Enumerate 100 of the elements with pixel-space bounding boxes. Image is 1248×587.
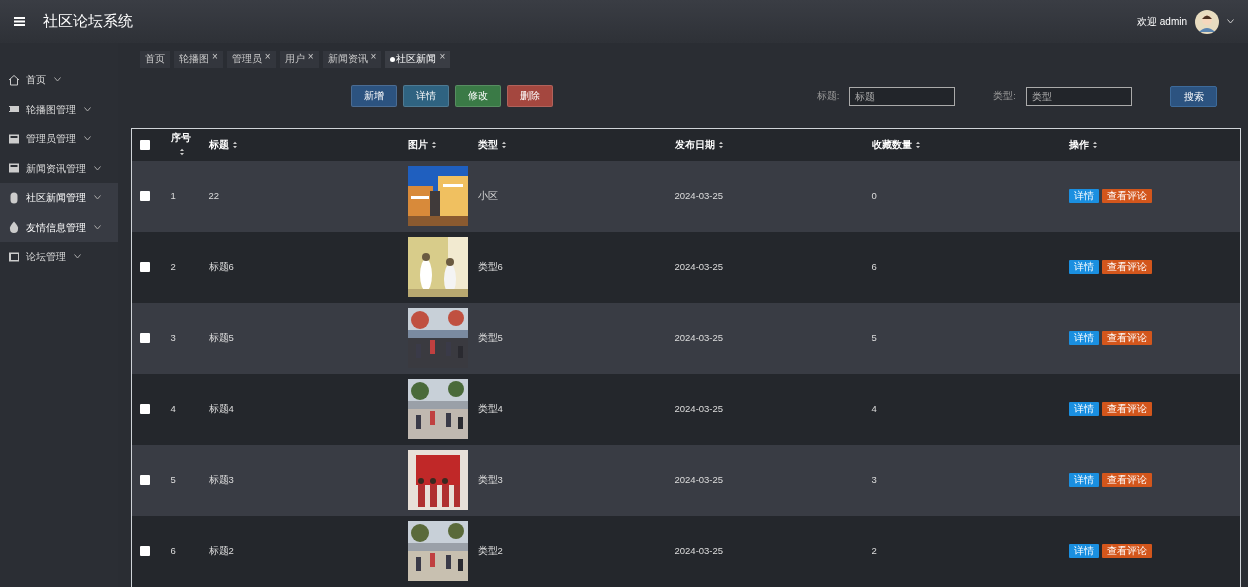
- table-cell: 类型4: [477, 402, 503, 414]
- drop-icon: [8, 221, 20, 234]
- table-cell: 2024-03-25: [674, 473, 724, 485]
- search-field[interactable]: 类型: [1026, 86, 1132, 106]
- table-cell: 类型5: [477, 331, 503, 343]
- sidebar-item[interactable]: 社区新闻管理: [0, 183, 118, 213]
- sort-icon[interactable]: [231, 141, 238, 150]
- table-cell: 类型2: [477, 544, 503, 556]
- caret-icon: [74, 254, 81, 260]
- column-header[interactable]: 操作: [1068, 138, 1089, 150]
- sidebar-item[interactable]: 论坛管理: [0, 242, 118, 272]
- close-icon[interactable]: ×: [212, 49, 218, 64]
- sidebar-item[interactable]: 轮播图管理: [0, 94, 118, 124]
- table-cell: 3: [871, 473, 877, 485]
- tab[interactable]: 用户: [284, 52, 305, 67]
- table-cell: 22: [208, 189, 220, 201]
- caret-icon: [94, 224, 101, 230]
- column-header[interactable]: 序号: [170, 131, 191, 143]
- table-cell: 6: [170, 544, 176, 556]
- sort-icon[interactable]: [914, 141, 921, 150]
- tab[interactable]: 管理员: [231, 52, 262, 67]
- mouse-icon: [8, 191, 20, 204]
- table-cell: 5: [170, 473, 176, 485]
- caret-icon: [94, 195, 101, 201]
- table-cell: 6: [871, 260, 877, 272]
- table-cell: 标题5: [208, 331, 234, 343]
- table-cell: 标题2: [208, 544, 234, 556]
- table-cell: 2: [170, 260, 176, 272]
- comments-button[interactable]: 查看评论: [1101, 259, 1152, 274]
- app-title: 社区论坛系统: [43, 11, 133, 32]
- comments-button[interactable]: 查看评论: [1101, 188, 1152, 203]
- table-cell: 1: [170, 189, 176, 201]
- column-header[interactable]: 图片: [407, 138, 428, 150]
- tab[interactable]: 社区新闻: [390, 52, 437, 67]
- sidebar-item[interactable]: 管理员管理: [0, 124, 118, 154]
- sidebar-item[interactable]: 友情信息管理: [0, 212, 118, 242]
- caret-icon: [84, 106, 91, 112]
- sort-icon[interactable]: [1091, 141, 1098, 150]
- table-cell: 2024-03-25: [674, 260, 724, 272]
- column-header[interactable]: 收藏数量: [871, 138, 912, 150]
- close-icon[interactable]: ×: [370, 49, 377, 64]
- row-checkbox[interactable]: [140, 262, 150, 273]
- panel-icon: [8, 250, 20, 263]
- table-cell: 2: [871, 544, 877, 556]
- table-cell: 类型6: [477, 260, 503, 272]
- close-icon[interactable]: ×: [307, 49, 314, 64]
- menu-icon[interactable]: [14, 17, 25, 26]
- table-cell: 2024-03-25: [674, 189, 724, 201]
- comments-button[interactable]: 查看评论: [1101, 401, 1152, 416]
- search-button[interactable]: 搜索: [1170, 85, 1217, 107]
- details-button[interactable]: 详情: [403, 85, 449, 107]
- home-icon: [8, 73, 20, 86]
- row-checkbox[interactable]: [140, 475, 150, 486]
- store-icon: [8, 162, 20, 175]
- table-cell: 2024-03-25: [674, 331, 724, 343]
- sort-icon[interactable]: [500, 141, 507, 150]
- column-header[interactable]: 类型: [477, 138, 498, 150]
- sidebar-item[interactable]: 首页: [0, 65, 118, 95]
- caret-icon: [54, 77, 61, 83]
- table-cell: 小区: [477, 189, 498, 201]
- select-all-checkbox[interactable]: [140, 140, 150, 151]
- sort-icon[interactable]: [717, 141, 724, 150]
- row-checkbox[interactable]: [140, 333, 150, 344]
- close-icon[interactable]: ×: [264, 49, 271, 64]
- avatar[interactable]: [1195, 9, 1219, 34]
- close-icon[interactable]: ×: [439, 49, 446, 64]
- comments-button[interactable]: 查看评论: [1101, 472, 1152, 487]
- table-cell: 标题6: [208, 260, 234, 272]
- table-cell: 2024-03-25: [674, 544, 724, 556]
- sort-icon[interactable]: [430, 141, 437, 150]
- tab[interactable]: 轮播图: [179, 52, 209, 67]
- search-field[interactable]: 标题: [849, 86, 956, 106]
- row-checkbox[interactable]: [140, 404, 150, 415]
- store-icon: [8, 132, 20, 145]
- table-cell: 0: [871, 189, 877, 201]
- caret-icon: [94, 165, 101, 171]
- edit-button[interactable]: 修改: [455, 85, 501, 107]
- table-cell: 2024-03-25: [674, 402, 724, 414]
- sidebar-item[interactable]: 新闻资讯管理: [0, 153, 118, 183]
- field-label: 类型:: [993, 88, 1016, 103]
- column-header[interactable]: 发布日期: [674, 138, 715, 150]
- table-cell: 标题4: [208, 402, 234, 414]
- tab[interactable]: 新闻资讯: [327, 52, 368, 67]
- table-cell: 类型3: [477, 473, 503, 485]
- caret-icon: [84, 136, 91, 142]
- table-cell: 4: [170, 402, 176, 414]
- comments-button[interactable]: 查看评论: [1101, 543, 1152, 558]
- delete-button[interactable]: 删除: [507, 85, 553, 107]
- field-label: 标题:: [816, 88, 840, 103]
- sort-icon[interactable]: [179, 148, 185, 157]
- table-cell: 4: [871, 402, 877, 414]
- add-button[interactable]: 新增: [351, 85, 397, 107]
- column-header[interactable]: 标题: [208, 138, 229, 150]
- table-cell: 3: [170, 331, 176, 343]
- caret-icon[interactable]: [1227, 19, 1234, 24]
- welcome-text: 欢迎 admin: [1137, 15, 1187, 29]
- comments-button[interactable]: 查看评论: [1101, 330, 1152, 345]
- row-checkbox[interactable]: [140, 191, 150, 202]
- row-checkbox[interactable]: [140, 546, 150, 557]
- table-cell: 标题3: [208, 473, 234, 485]
